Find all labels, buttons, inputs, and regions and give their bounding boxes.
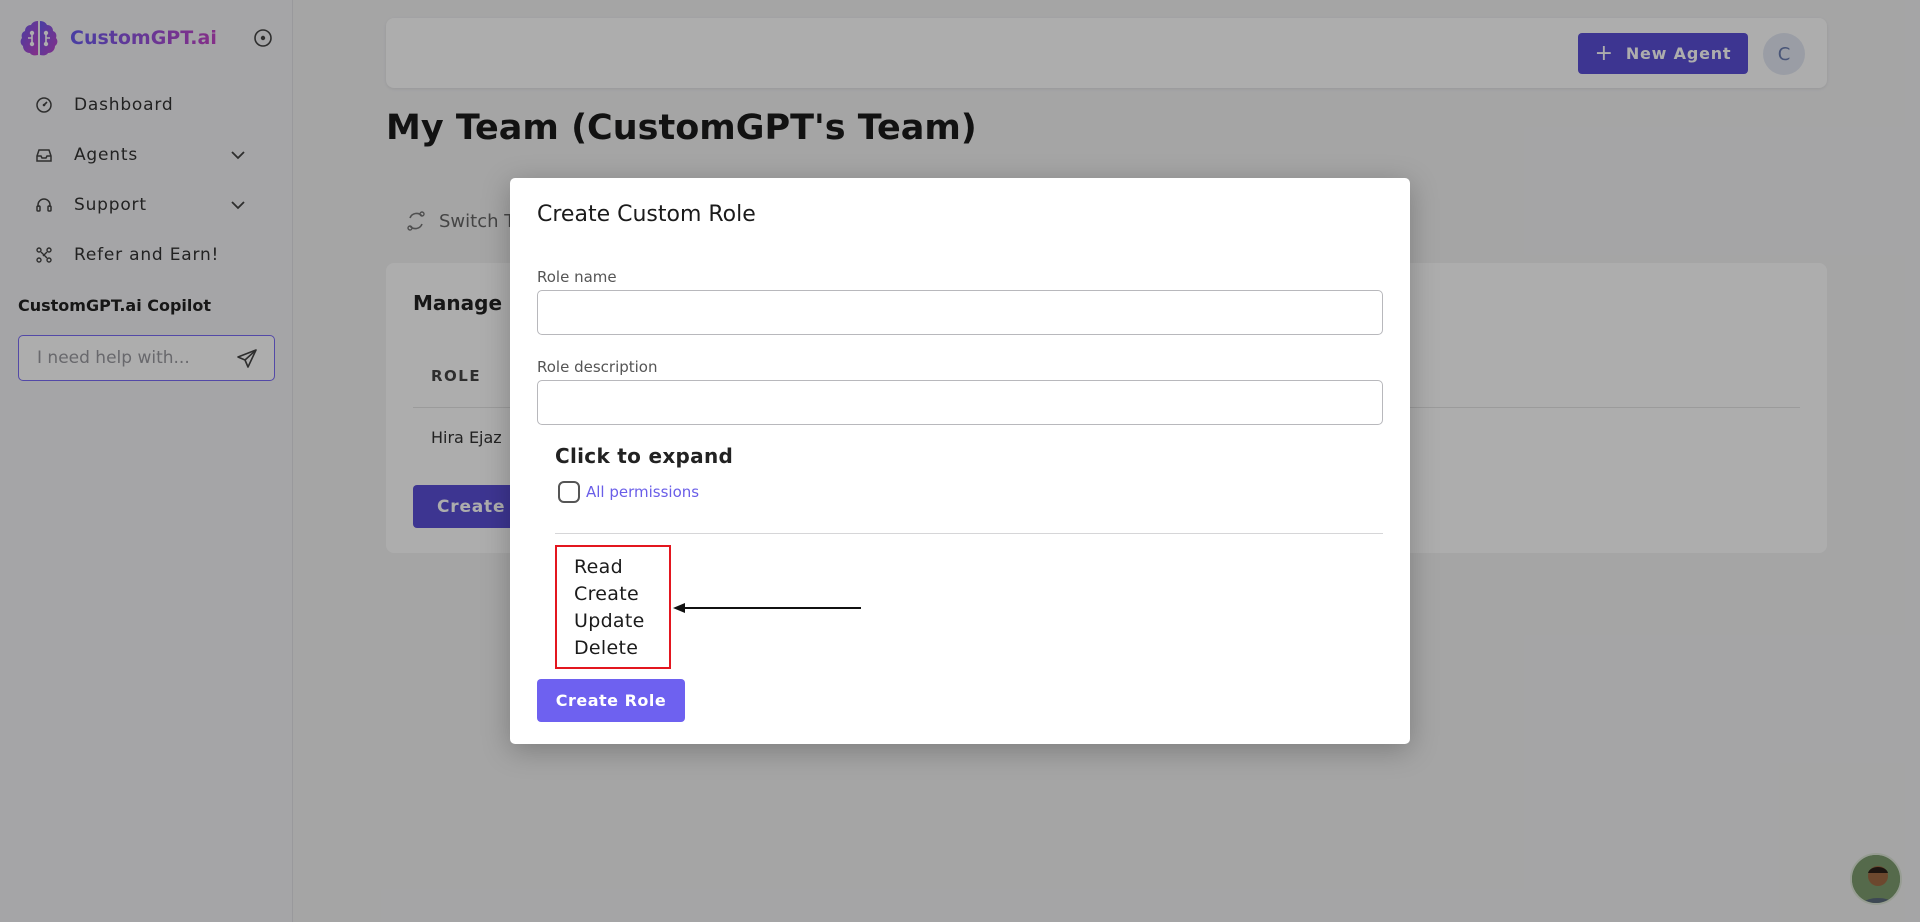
role-name-input[interactable] bbox=[537, 290, 1383, 335]
permission-item: Update bbox=[574, 610, 645, 632]
divider bbox=[555, 533, 1383, 534]
permission-item: Read bbox=[574, 556, 623, 578]
create-role-button[interactable]: Create Role bbox=[537, 679, 685, 722]
all-permissions-row[interactable]: All permissions bbox=[558, 481, 699, 503]
role-description-label: Role description bbox=[537, 358, 658, 376]
annotation-arrow-icon bbox=[673, 603, 861, 613]
modal-title: Create Custom Role bbox=[537, 202, 756, 227]
role-name-label: Role name bbox=[537, 268, 617, 286]
role-description-input[interactable] bbox=[537, 380, 1383, 425]
create-custom-role-modal: Create Custom Role Role name Role descri… bbox=[510, 178, 1410, 744]
all-permissions-label[interactable]: All permissions bbox=[586, 483, 699, 501]
permission-item: Delete bbox=[574, 637, 639, 659]
all-permissions-checkbox[interactable] bbox=[558, 481, 580, 503]
click-to-expand-toggle[interactable]: Click to expand bbox=[555, 444, 733, 468]
permissions-highlight-box: Read Create Update Delete bbox=[555, 545, 671, 669]
permission-item: Create bbox=[574, 583, 639, 605]
app-root: CustomGPT.ai Dashboard Agents Support Re… bbox=[0, 0, 1920, 922]
